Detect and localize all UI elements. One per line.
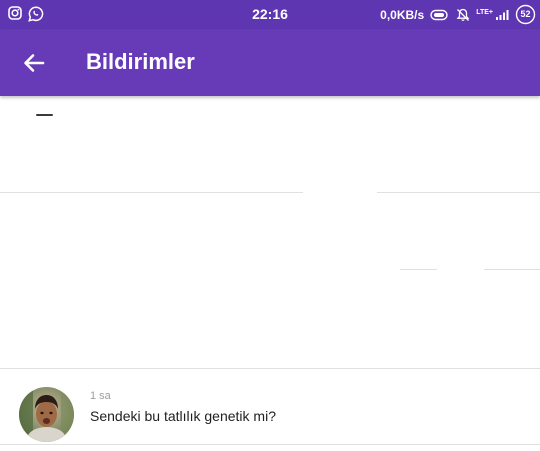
app-bar: Bildirimler: [0, 29, 540, 96]
back-button[interactable]: [14, 46, 54, 80]
network-type: LTE+: [476, 8, 493, 16]
notification-item[interactable]: [0, 193, 540, 271]
status-right: 0,0KB/s LTE+ 52: [380, 4, 536, 25]
notification-text: Sendeki bu tatlılık genetik mi?: [90, 408, 276, 424]
notification-item[interactable]: 1 sa Sendeki bu tatlılık genetik mi?: [0, 368, 540, 451]
signal-icon: [496, 9, 509, 20]
divider: [0, 444, 540, 445]
arrow-left-icon: [24, 54, 45, 72]
notifications-muted-icon: [456, 8, 470, 21]
battery-saver-icon: [430, 9, 448, 20]
divider: [484, 269, 540, 270]
network-speed: 0,0KB/s: [380, 7, 425, 22]
avatar-image: [19, 387, 74, 442]
divider: [400, 269, 437, 270]
page-title: Bildirimler: [86, 49, 195, 74]
notification-time: 1 sa: [90, 390, 111, 402]
battery-icon: 52: [515, 4, 536, 25]
avatar[interactable]: [19, 387, 74, 442]
divider: [0, 368, 540, 369]
battery-level: 52: [520, 9, 531, 19]
loading-mark: [36, 114, 53, 116]
notification-item[interactable]: [0, 96, 540, 193]
signal-group: LTE+: [476, 9, 509, 21]
status-bar: 22:16 0,0KB/s LTE+ 52: [0, 0, 540, 29]
